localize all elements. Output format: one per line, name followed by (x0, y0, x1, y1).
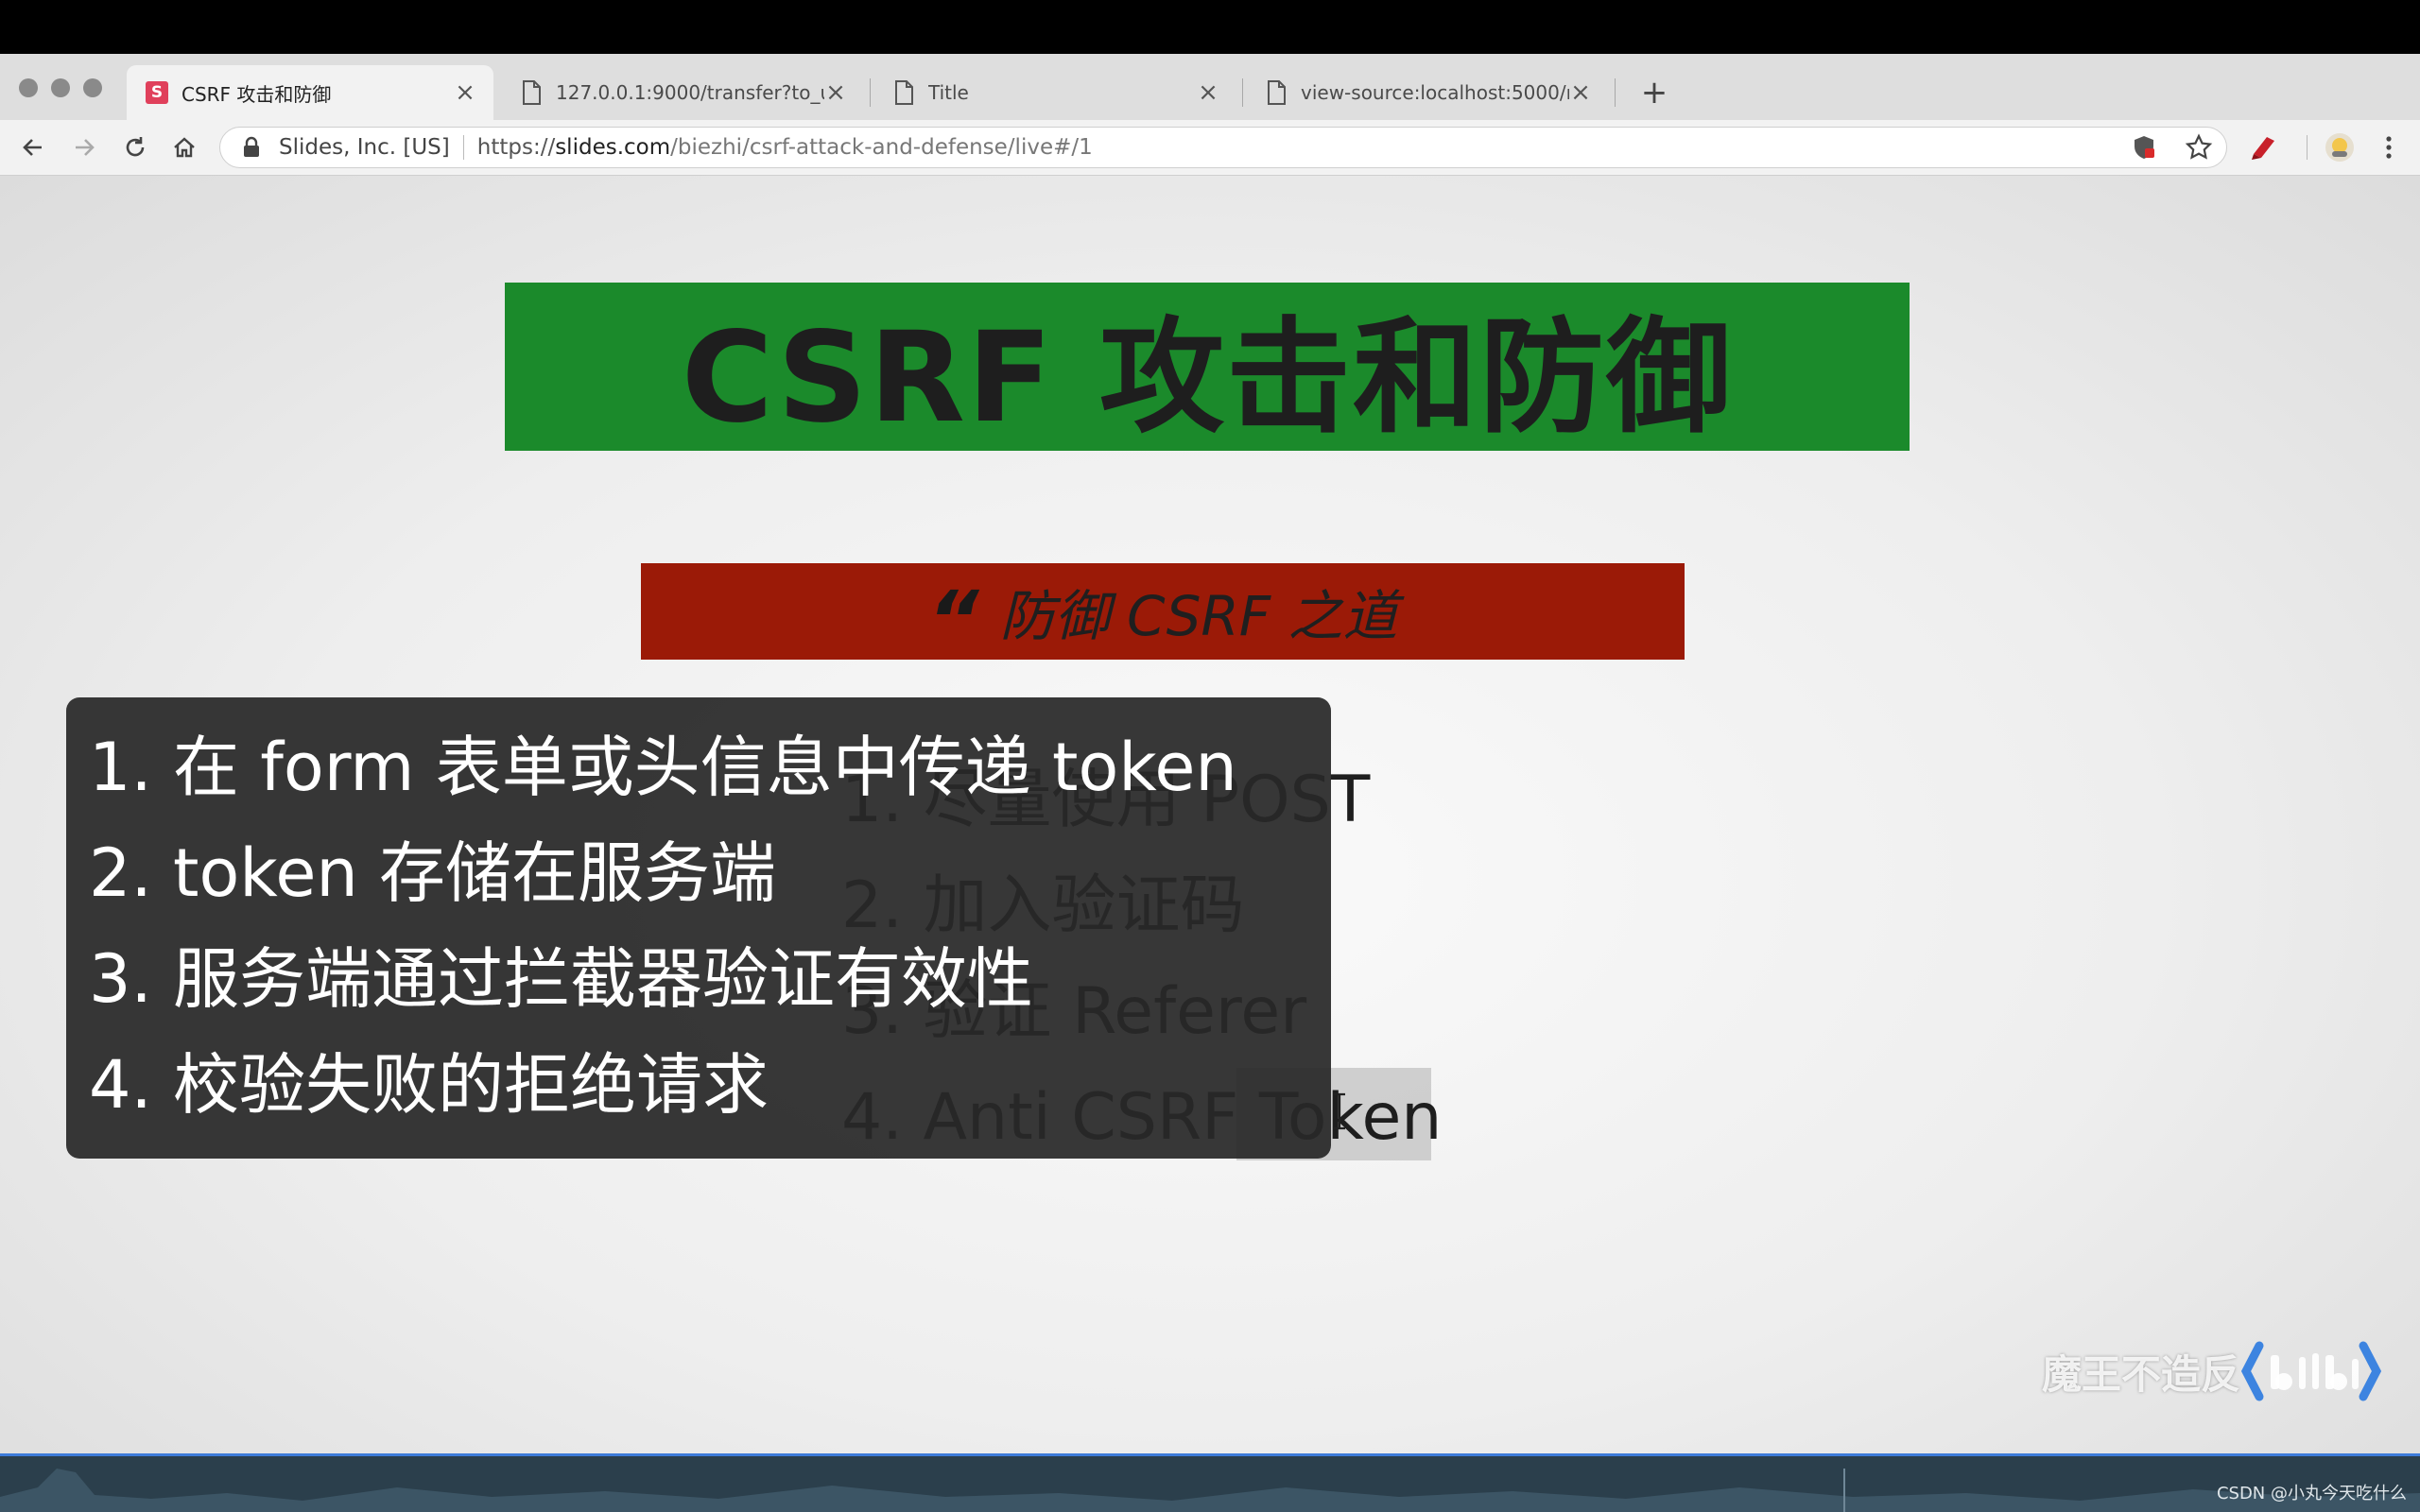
tab-close-icon[interactable]: × (1569, 78, 1592, 107)
tab-separator (1615, 78, 1616, 107)
browser-window: S CSRF 攻击和防御 × 127.0.0.1:9000/transfer?t… (0, 54, 2420, 176)
list-item: 4. 校验失败的拒绝请求 (89, 1046, 769, 1124)
star-icon[interactable] (2185, 133, 2213, 162)
watermark-text: 魔王不造反 (2041, 1350, 2240, 1398)
tab-transfer[interactable]: 127.0.0.1:9000/transfer?to_use × (501, 65, 864, 120)
home-button[interactable] (166, 129, 202, 165)
address-bar-actions (2130, 133, 2213, 162)
tab-close-icon[interactable]: × (824, 78, 847, 107)
shield-blocked-icon[interactable] (2130, 133, 2158, 162)
arrow-left-icon (23, 139, 42, 156)
list-item: 2. token 存储在服务端 (89, 834, 777, 912)
window-close-button[interactable] (19, 78, 38, 97)
url-host: slides.com (555, 135, 671, 160)
video-watermark: 魔王不造反 (2042, 1338, 2382, 1404)
tab-separator (870, 78, 871, 107)
browser-toolbar: Slides, Inc. [US] https://slides.com/bie… (0, 120, 2420, 175)
document-icon (523, 80, 541, 105)
window-minimize-button[interactable] (51, 78, 70, 97)
slides-favicon-icon: S (146, 81, 168, 104)
tab-separator (1242, 78, 1243, 107)
slide-title-banner: CSRF 攻击和防御 (505, 283, 1910, 451)
slide-quote: 防御 CSRF 之道 (999, 584, 1398, 648)
site-identity: Slides, Inc. [US] (279, 135, 450, 160)
overlay-list: 1. 在 form 表单或头信息中传递 token 2. token 存储在服务… (89, 716, 1237, 1140)
tab-title-page[interactable]: Title × (873, 65, 1236, 120)
new-tab-button[interactable]: + (1637, 65, 1671, 120)
tab-title: Title (928, 81, 969, 104)
progress-line (0, 1453, 2420, 1456)
slide-viewport: CSRF 攻击和防御 “ 防御 CSRF 之道 1. 尽量使用 POST 2. … (0, 176, 2420, 1453)
window-zoom-button[interactable] (83, 78, 102, 97)
text-cursor-icon (1334, 1092, 1345, 1130)
tab-bar: S CSRF 攻击和防御 × 127.0.0.1:9000/transfer?t… (0, 54, 2420, 120)
slide-quote-banner: “ 防御 CSRF 之道 (641, 563, 1685, 666)
document-icon (895, 80, 913, 105)
video-progress-area[interactable]: CSDN @小丸今天吃什么 (0, 1453, 2420, 1512)
more-menu-icon[interactable] (2373, 131, 2405, 163)
tab-title: CSRF 攻击和防御 (182, 82, 332, 106)
url-text: https://slides.com/biezhi/csrf-attack-an… (477, 135, 1093, 160)
tab-title: view-source:localhost:5000/m (1301, 81, 1569, 104)
slide-title: CSRF 攻击和防御 (681, 304, 1734, 451)
toolbar-divider (2307, 135, 2308, 160)
address-divider (462, 135, 464, 160)
quote-mark: “ (927, 574, 979, 666)
waveform-graphic (0, 1469, 2420, 1512)
reload-icon (126, 137, 145, 157)
extension-icon[interactable] (2248, 131, 2280, 163)
arrow-right-icon (76, 139, 95, 156)
tab-view-source[interactable]: view-source:localhost:5000/m × (1246, 65, 1609, 120)
forward-button[interactable] (66, 129, 102, 165)
back-button[interactable] (15, 129, 51, 165)
tab-close-icon[interactable]: × (454, 78, 476, 107)
document-icon (1268, 80, 1286, 105)
home-icon (174, 137, 195, 158)
tab-title: 127.0.0.1:9000/transfer?to_use (556, 81, 824, 104)
reload-button[interactable] (117, 129, 153, 165)
list-item: 1. 在 form 表单或头信息中传递 token (89, 729, 1237, 806)
tab-close-icon[interactable]: × (1197, 78, 1219, 107)
url-prefix: https:// (476, 135, 556, 160)
annotation-overlay: 1. 在 form 表单或头信息中传递 token 2. token 存储在服务… (66, 697, 1331, 1159)
list-item: 3. 服务端通过拦截器验证有效性 (89, 940, 1034, 1018)
tab-csrf-slides[interactable]: S CSRF 攻击和防御 × (127, 65, 493, 120)
url-path: /biezhi/csrf-attack-and-defense/live#/1 (670, 135, 1093, 160)
bilibili-logo-icon (2240, 1341, 2382, 1401)
address-bar[interactable]: Slides, Inc. [US] https://slides.com/bie… (219, 127, 2227, 168)
lock-icon (244, 136, 259, 157)
avatar[interactable] (2324, 131, 2356, 163)
csdn-credit: CSDN @小丸今天吃什么 (2216, 1484, 2407, 1503)
